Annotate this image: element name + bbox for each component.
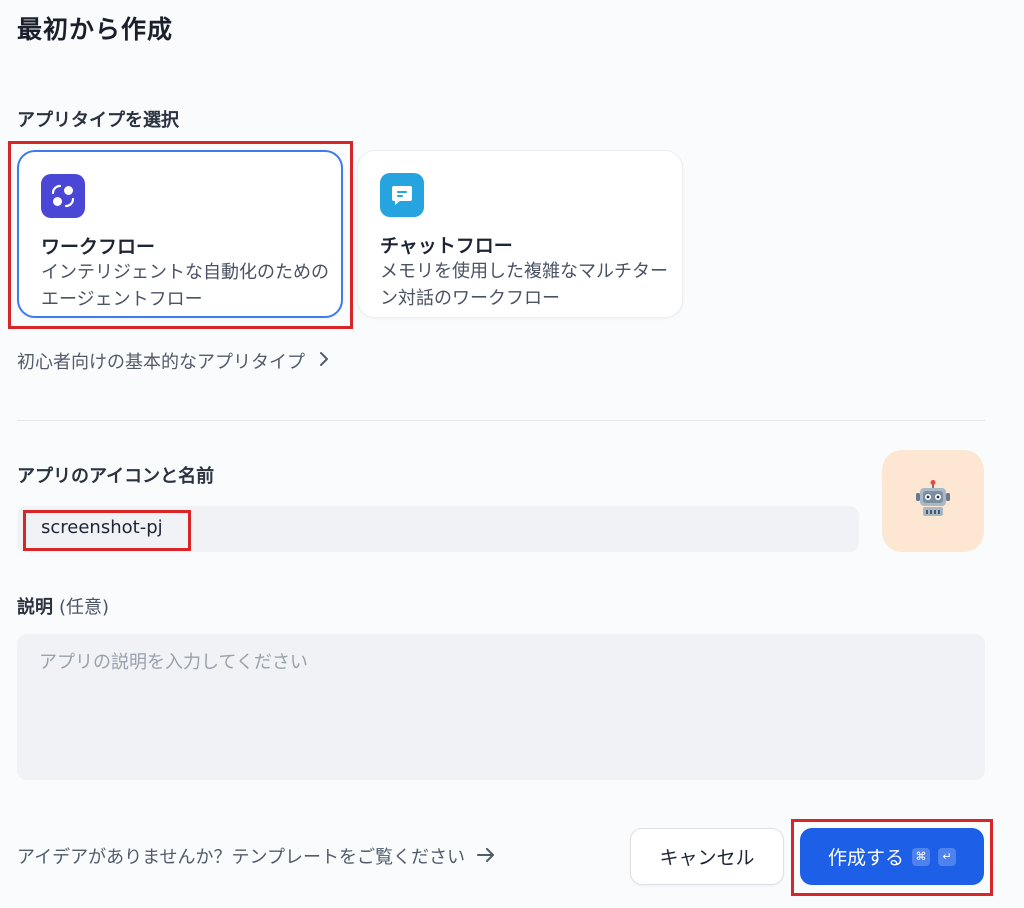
create-button[interactable]: 作成する ⌘ ↵ <box>800 828 984 885</box>
create-button-label: 作成する <box>827 847 904 869</box>
app-name-value: screenshot-pj <box>41 517 163 538</box>
description-textarea[interactable] <box>17 634 985 780</box>
template-link[interactable]: アイデアがありませんか？テンプレートをご覧ください <box>17 843 495 869</box>
optional-tag: (任意) <box>59 597 110 618</box>
app-type-card-workflow[interactable]: ワークフロー インテリジェントな自動化のためのエージェントフロー <box>17 150 343 318</box>
card-name: ワークフロー <box>41 236 156 258</box>
card-description: インテリジェントな自動化のためのエージェントフロー <box>41 262 329 310</box>
app-type-label: アプリタイプを選択 <box>17 110 179 131</box>
description-label: 説明 (任意) <box>17 593 109 619</box>
card-description: メモリを使用した複雑なマルチターン対話のワークフロー <box>380 261 668 309</box>
enter-key-icon: ↵ <box>938 847 956 866</box>
description-label-text: 説明 <box>17 597 53 618</box>
chat-bubble-icon <box>380 173 424 217</box>
section-divider <box>17 420 985 421</box>
basic-app-types-link[interactable]: 初心者向けの基本的なアプリタイプ <box>17 348 329 374</box>
arrow-right-icon <box>477 846 495 867</box>
app-type-card-chatflow[interactable]: チャットフロー メモリを使用した複雑なマルチターン対話のワークフロー <box>357 150 683 318</box>
app-name-label: アプリのアイコンと名前 <box>17 466 215 487</box>
create-app-dialog: 最初から作成 アプリタイプを選択 ワークフロー インテリジェントな自動化のための… <box>0 0 1024 908</box>
template-link-label: アイデアがありませんか？テンプレートをご覧ください <box>17 847 466 868</box>
cancel-button[interactable]: キャンセル <box>630 828 784 885</box>
chevron-right-icon <box>319 351 329 372</box>
card-name: チャットフロー <box>380 235 513 257</box>
workflow-icon <box>41 174 85 218</box>
basic-link-label: 初心者向けの基本的なアプリタイプ <box>17 352 305 373</box>
command-key-icon: ⌘ <box>912 847 930 866</box>
page-title: 最初から作成 <box>17 15 174 44</box>
robot-icon <box>913 479 953 523</box>
app-icon-picker[interactable] <box>882 450 984 552</box>
